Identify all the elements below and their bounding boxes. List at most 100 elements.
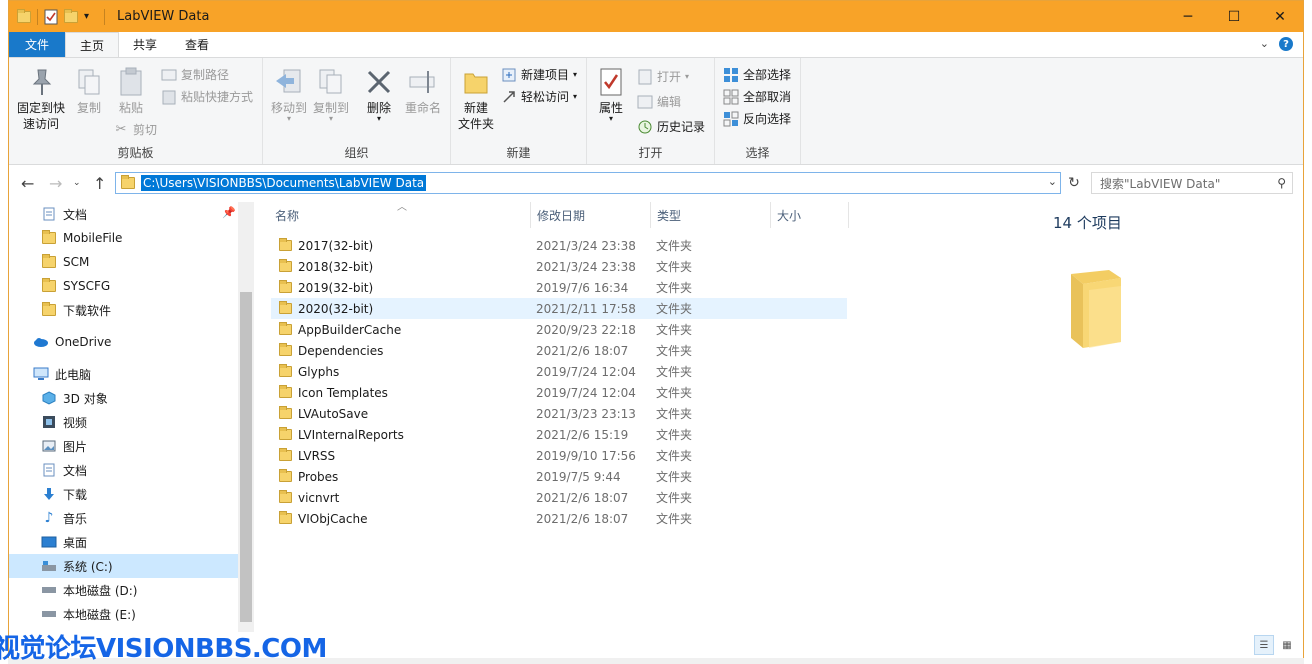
- forward-arrow-icon[interactable]: →: [49, 174, 62, 193]
- recent-chevron-icon[interactable]: ⌄: [73, 178, 81, 188]
- drive-icon: [41, 606, 57, 622]
- file-row[interactable]: LVRSS 2019/9/10 17:56 文件夹: [271, 445, 847, 466]
- copy-path-button[interactable]: 复制路径: [161, 66, 229, 83]
- column-header-size[interactable]: 大小: [771, 202, 849, 228]
- file-row[interactable]: LVAutoSave 2021/3/23 23:13 文件夹: [271, 403, 847, 424]
- move-to-button[interactable]: 移动到 ▾: [269, 66, 309, 123]
- address-bar[interactable]: C:\Users\VISIONBBS\Documents\LabVIEW Dat…: [115, 172, 1061, 194]
- folder-icon: [279, 280, 292, 293]
- nav-item-3d-objects[interactable]: 3D 对象: [9, 386, 238, 410]
- cut-button[interactable]: ✂ 剪切: [113, 121, 157, 138]
- chevron-down-icon[interactable]: ▾: [84, 9, 98, 25]
- file-list: 名称 ︿ 修改日期 类型 大小 2017(32-bit) 2021/3/24 2…: [269, 202, 1029, 632]
- delete-x-icon: [363, 66, 395, 98]
- rename-button[interactable]: 重命名: [403, 66, 443, 116]
- select-all-button[interactable]: 全部选择: [723, 66, 791, 83]
- file-row[interactable]: vicnvrt 2021/2/6 18:07 文件夹: [271, 487, 847, 508]
- nav-item-documents-quick[interactable]: 文档 📌: [9, 202, 238, 226]
- copy-to-button[interactable]: 复制到 ▾: [311, 66, 351, 123]
- file-row[interactable]: Dependencies 2021/2/6 18:07 文件夹: [271, 340, 847, 361]
- nav-item-disk-d[interactable]: 本地磁盘 (D:): [9, 578, 238, 602]
- file-row[interactable]: Probes 2019/7/5 9:44 文件夹: [271, 466, 847, 487]
- nav-item-scm[interactable]: SCM: [9, 250, 238, 274]
- properties-button[interactable]: 属性 ▾: [593, 66, 629, 123]
- nav-item-syscfg[interactable]: SYSCFG: [9, 274, 238, 298]
- search-icon[interactable]: ⚲: [1277, 176, 1286, 190]
- nav-item-downloads[interactable]: 下载: [9, 482, 238, 506]
- nav-item-onedrive[interactable]: OneDrive: [9, 330, 238, 354]
- file-row[interactable]: LVInternalReports 2021/2/6 15:19 文件夹: [271, 424, 847, 445]
- address-path[interactable]: C:\Users\VISIONBBS\Documents\LabVIEW Dat…: [141, 175, 427, 191]
- column-header-date[interactable]: 修改日期: [531, 202, 651, 228]
- file-date: 2019/7/24 12:04: [536, 364, 636, 379]
- search-input[interactable]: 搜索"LabVIEW Data" ⚲: [1091, 172, 1293, 194]
- nav-item-download-software[interactable]: 下载软件: [9, 298, 238, 322]
- nav-item-system-c[interactable]: 系统 (C:): [9, 554, 238, 578]
- file-row[interactable]: AppBuilderCache 2020/9/23 22:18 文件夹: [271, 319, 847, 340]
- open-group: 属性 ▾ 打开 ▾ 编辑 历史记录 打开: [587, 58, 715, 164]
- paste-button[interactable]: 粘贴: [113, 66, 149, 116]
- details-view-icon[interactable]: ☰: [1254, 635, 1274, 655]
- column-header-name[interactable]: 名称 ︿: [269, 202, 531, 228]
- tab-home[interactable]: 主页: [65, 32, 120, 57]
- select-none-button[interactable]: 全部取消: [723, 88, 791, 105]
- ribbon-tabs: 文件 主页 共享 查看 ⌄ ?: [9, 32, 1303, 57]
- properties-check-icon[interactable]: [44, 9, 58, 25]
- nav-item-mobilefile[interactable]: MobileFile: [9, 226, 238, 250]
- large-icons-view-icon[interactable]: ▦: [1277, 635, 1297, 655]
- easy-access-button[interactable]: 轻松访问 ▾: [501, 88, 577, 105]
- history-button[interactable]: 历史记录: [637, 118, 705, 135]
- help-icon[interactable]: ?: [1279, 37, 1293, 51]
- tab-view[interactable]: 查看: [171, 32, 223, 57]
- close-button[interactable]: ✕: [1257, 1, 1303, 32]
- file-type: 文件夹: [656, 281, 693, 295]
- nav-scrollbar[interactable]: [238, 202, 254, 632]
- invert-selection-button[interactable]: 反向选择: [723, 110, 791, 127]
- copy-button[interactable]: 复制: [71, 66, 107, 116]
- new-folder-button[interactable]: 新建 文件夹: [455, 66, 497, 132]
- minimize-button[interactable]: ─: [1165, 1, 1211, 32]
- edit-icon: [637, 94, 653, 110]
- file-row[interactable]: Glyphs 2019/7/24 12:04 文件夹: [271, 361, 847, 382]
- file-row-hovered[interactable]: 2020(32-bit) 2021/2/11 17:58 文件夹: [271, 298, 847, 319]
- edit-button[interactable]: 编辑: [637, 93, 681, 110]
- nav-item-desktop[interactable]: 桌面: [9, 530, 238, 554]
- tab-share[interactable]: 共享: [119, 32, 171, 57]
- file-name: LVAutoSave: [298, 406, 369, 421]
- paste-shortcut-button[interactable]: 粘贴快捷方式: [161, 88, 253, 105]
- file-type: 文件夹: [656, 470, 693, 484]
- maximize-button[interactable]: ☐: [1211, 1, 1257, 32]
- delete-button[interactable]: 删除 ▾: [363, 66, 395, 123]
- tab-file[interactable]: 文件: [9, 32, 65, 57]
- file-row[interactable]: 2019(32-bit) 2019/7/6 16:34 文件夹: [271, 277, 847, 298]
- nav-scrollbar-thumb[interactable]: [240, 292, 252, 622]
- refresh-icon[interactable]: ↻: [1063, 172, 1085, 194]
- nav-item-disk-e[interactable]: 本地磁盘 (E:): [9, 602, 238, 626]
- invert-selection-icon: [723, 111, 739, 127]
- open-button[interactable]: 打开 ▾: [637, 68, 689, 85]
- nav-item-videos[interactable]: 视频: [9, 410, 238, 434]
- nav-item-documents[interactable]: 文档: [9, 458, 238, 482]
- new-folder-icon[interactable]: [64, 8, 78, 23]
- folder-icon: [279, 343, 292, 356]
- easy-access-icon: [501, 89, 517, 105]
- pin-quick-access-button[interactable]: 固定到快 速访问: [15, 66, 67, 132]
- column-header-type[interactable]: 类型: [651, 202, 771, 228]
- file-row[interactable]: 2017(32-bit) 2021/3/24 23:38 文件夹: [271, 235, 847, 256]
- file-row[interactable]: 2018(32-bit) 2021/3/24 23:38 文件夹: [271, 256, 847, 277]
- nav-item-pictures[interactable]: 图片: [9, 434, 238, 458]
- file-row[interactable]: Icon Templates 2019/7/24 12:04 文件夹: [271, 382, 847, 403]
- back-arrow-icon[interactable]: ←: [21, 174, 34, 193]
- video-icon: [41, 414, 57, 430]
- nav-item-music[interactable]: ♪ 音乐: [9, 506, 238, 530]
- chevron-down-icon[interactable]: ⌄: [1048, 175, 1057, 188]
- chevron-down-icon[interactable]: ⌄: [1260, 37, 1269, 51]
- new-item-button[interactable]: 新建项目 ▾: [501, 66, 577, 83]
- new-item-icon: [501, 67, 517, 83]
- up-arrow-icon[interactable]: ↑: [93, 174, 106, 193]
- pin-icon[interactable]: 📌: [222, 206, 236, 219]
- nav-item-this-pc[interactable]: 此电脑: [9, 362, 238, 386]
- file-row[interactable]: VIObjCache 2021/2/6 18:07 文件夹: [271, 508, 847, 529]
- background-window-right: [1304, 0, 1312, 664]
- download-icon: [41, 486, 57, 502]
